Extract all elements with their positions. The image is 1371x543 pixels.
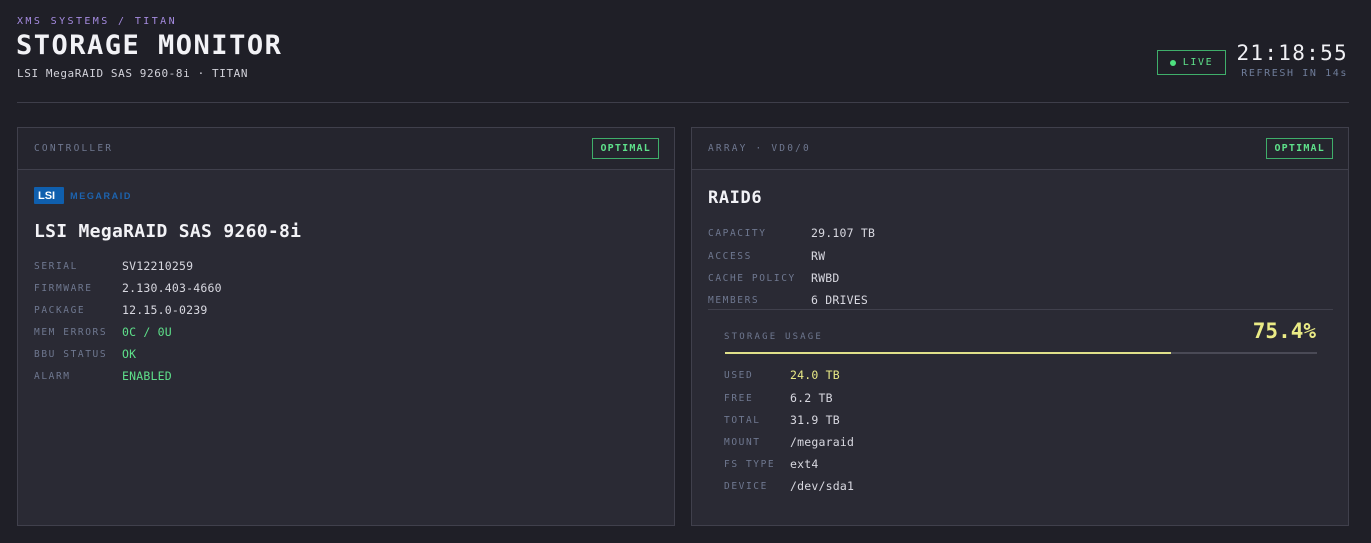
field-key: CACHE POLICY [708, 272, 796, 284]
array-field-access: ACCESS RW [708, 247, 1308, 265]
field-value: 29.107 TB [811, 226, 876, 240]
clock: 21:18:55 [1236, 41, 1348, 65]
live-dot-icon [1169, 59, 1176, 66]
usage-field-mount: MOUNT /megaraid [724, 433, 1324, 451]
field-key: ACCESS [708, 250, 752, 262]
field-key: MEMBERS [708, 294, 760, 306]
array-field-capacity: CAPACITY 29.107 TB [708, 224, 1308, 242]
field-key: FS TYPE [724, 458, 776, 470]
controller-field-mem-errors: MEM ERRORS 0C / 0U [34, 323, 634, 341]
field-key: ALARM [34, 370, 71, 382]
array-panel: ARRAY · VD0/0 OPTIMAL RAID6 CAPACITY 29.… [691, 127, 1349, 526]
controller-panel-label: CONTROLLER [34, 143, 114, 154]
controller-panel: CONTROLLER OPTIMAL LSI MEGARAID LSI Mega… [17, 127, 675, 526]
field-key: TOTAL [724, 414, 761, 426]
storage-usage-percent: 75.4% [1252, 319, 1316, 343]
field-value: /dev/sda1 [790, 479, 855, 493]
field-value: 2.130.403-4660 [122, 281, 222, 295]
array-field-members: MEMBERS 6 DRIVES [708, 291, 1308, 309]
field-key: MEM ERRORS [34, 326, 108, 338]
field-value: OK [122, 347, 137, 361]
controller-field-package: PACKAGE 12.15.0-0239 [34, 301, 634, 319]
field-key: PACKAGE [34, 304, 86, 316]
field-key: DEVICE [724, 480, 768, 492]
controller-field-alarm: ALARM ENABLED [34, 367, 634, 385]
refresh-value: 14s [1325, 68, 1348, 79]
field-key: FREE [724, 392, 754, 404]
controller-model: LSI MegaRAID SAS 9260-8i [34, 221, 302, 242]
refresh-prefix: REFRESH IN [1241, 68, 1318, 79]
controller-field-firmware: FIRMWARE 2.130.403-4660 [34, 279, 634, 297]
storage-usage-label: STORAGE USAGE [724, 332, 824, 342]
field-value: SV12210259 [122, 259, 194, 273]
controller-field-serial: SERIAL SV12210259 [34, 257, 634, 275]
usage-field-free: FREE 6.2 TB [724, 389, 1324, 407]
usage-field-used: USED 24.0 TB [724, 366, 1324, 384]
array-field-cache-policy: CACHE POLICY RWBD [708, 269, 1308, 287]
breadcrumb: XMS SYSTEMS / TITAN [17, 16, 177, 27]
field-key: SERIAL [34, 260, 78, 272]
field-value: 31.9 TB [790, 413, 840, 427]
usage-field-total: TOTAL 31.9 TB [724, 411, 1324, 429]
field-value: RW [811, 249, 826, 263]
array-panel-label: ARRAY · VD0/0 [708, 143, 811, 154]
header-divider [17, 102, 1349, 103]
lsi-logo: LSI MEGARAID [34, 187, 132, 204]
field-key: BBU STATUS [34, 348, 108, 360]
page-subtitle: LSI MegaRAID SAS 9260-8i · TITAN [17, 67, 249, 80]
lsi-logo-word: MEGARAID [70, 190, 132, 201]
controller-status-badge: OPTIMAL [592, 138, 659, 159]
field-value: ENABLED [122, 369, 172, 383]
field-value: 0C / 0U [122, 325, 172, 339]
lsi-logo-mark: LSI [34, 187, 65, 204]
field-value: 24.0 TB [790, 368, 840, 382]
field-value: 12.15.0-0239 [122, 303, 208, 317]
controller-panel-header: CONTROLLER OPTIMAL [18, 128, 674, 170]
field-value: ext4 [790, 457, 819, 471]
storage-usage-bar-fill [725, 352, 1172, 354]
refresh-countdown: REFRESH IN 14s [1241, 68, 1348, 79]
field-key: FIRMWARE [34, 282, 93, 294]
field-value: 6.2 TB [790, 391, 833, 405]
usage-field-fs-type: FS TYPE ext4 [724, 455, 1324, 473]
field-key: USED [724, 369, 754, 381]
usage-field-device: DEVICE /dev/sda1 [724, 477, 1324, 495]
field-value: /megaraid [790, 435, 855, 449]
field-key: MOUNT [724, 436, 761, 448]
field-value: 6 DRIVES [811, 293, 868, 307]
raid-level: RAID6 [708, 188, 763, 208]
field-value: RWBD [811, 271, 840, 285]
live-badge[interactable]: LIVE [1157, 50, 1226, 75]
controller-field-bbu-status: BBU STATUS OK [34, 345, 634, 363]
storage-usage-bar [725, 352, 1317, 354]
usage-separator [708, 309, 1333, 310]
array-panel-header: ARRAY · VD0/0 OPTIMAL [692, 128, 1348, 170]
field-key: CAPACITY [708, 227, 767, 239]
live-label: LIVE [1182, 57, 1214, 68]
page-title: STORAGE MONITOR [16, 30, 283, 61]
array-status-badge: OPTIMAL [1266, 138, 1333, 159]
